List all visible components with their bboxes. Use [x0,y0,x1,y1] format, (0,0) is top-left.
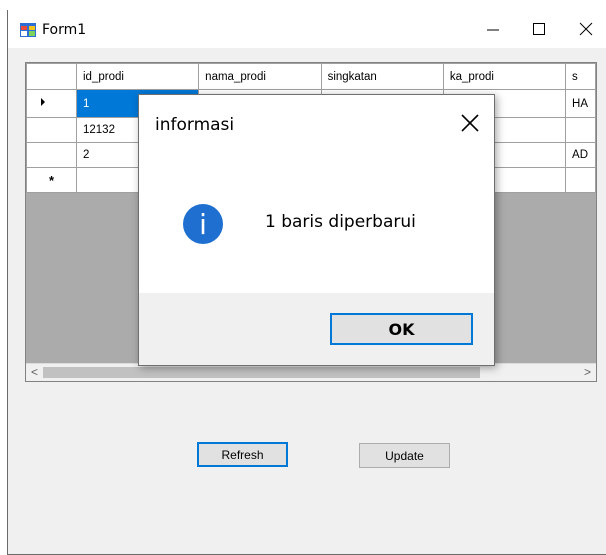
close-icon [461,114,479,132]
header-row: id_prodi nama_prodi singkatan ka_prodi s [26,63,596,90]
scroll-left-button[interactable]: < [26,364,43,381]
dialog-title: informasi [155,115,235,135]
row-header[interactable]: * [26,167,77,193]
dialog-close-button[interactable] [454,107,486,139]
maximize-button[interactable] [516,10,562,48]
column-header-partial[interactable]: s [565,63,596,90]
new-row-marker: * [48,172,55,188]
column-header-singkatan[interactable]: singkatan [320,63,444,90]
minimize-button[interactable] [470,10,516,48]
refresh-button[interactable]: Refresh [197,442,288,467]
grid-cell[interactable] [565,167,596,193]
maximize-icon [533,23,545,35]
info-glyph: i [199,208,207,241]
ok-button[interactable]: OK [330,313,473,345]
minimize-icon [487,29,499,31]
row-header[interactable] [26,142,77,168]
row-header[interactable] [26,117,77,143]
column-header-ka-prodi[interactable]: ka_prodi [442,63,567,90]
info-icon: i [183,204,223,244]
dialog-message: 1 baris diperbarui [265,212,416,232]
close-icon [579,22,593,36]
app-icon [20,23,36,37]
grid-cell[interactable] [565,117,596,143]
title-bar[interactable]: Form1 [8,10,606,48]
scroll-right-button[interactable]: > [579,364,596,381]
current-row-arrow-icon [41,98,45,106]
update-button[interactable]: Update [359,443,450,468]
close-button[interactable] [563,10,606,48]
column-header-nama-prodi[interactable]: nama_prodi [198,63,322,90]
column-header-id-prodi[interactable]: id_prodi [75,63,200,90]
scrollbar-thumb[interactable] [43,367,480,378]
message-box: informasi i 1 baris diperbarui OK [138,94,495,366]
grid-cell[interactable]: AD [565,142,596,168]
row-header[interactable] [26,89,77,118]
corner-header[interactable] [26,63,77,90]
dialog-footer: OK [139,293,494,365]
grid-cell[interactable]: HA [565,89,596,118]
window-title: Form1 [42,22,87,38]
